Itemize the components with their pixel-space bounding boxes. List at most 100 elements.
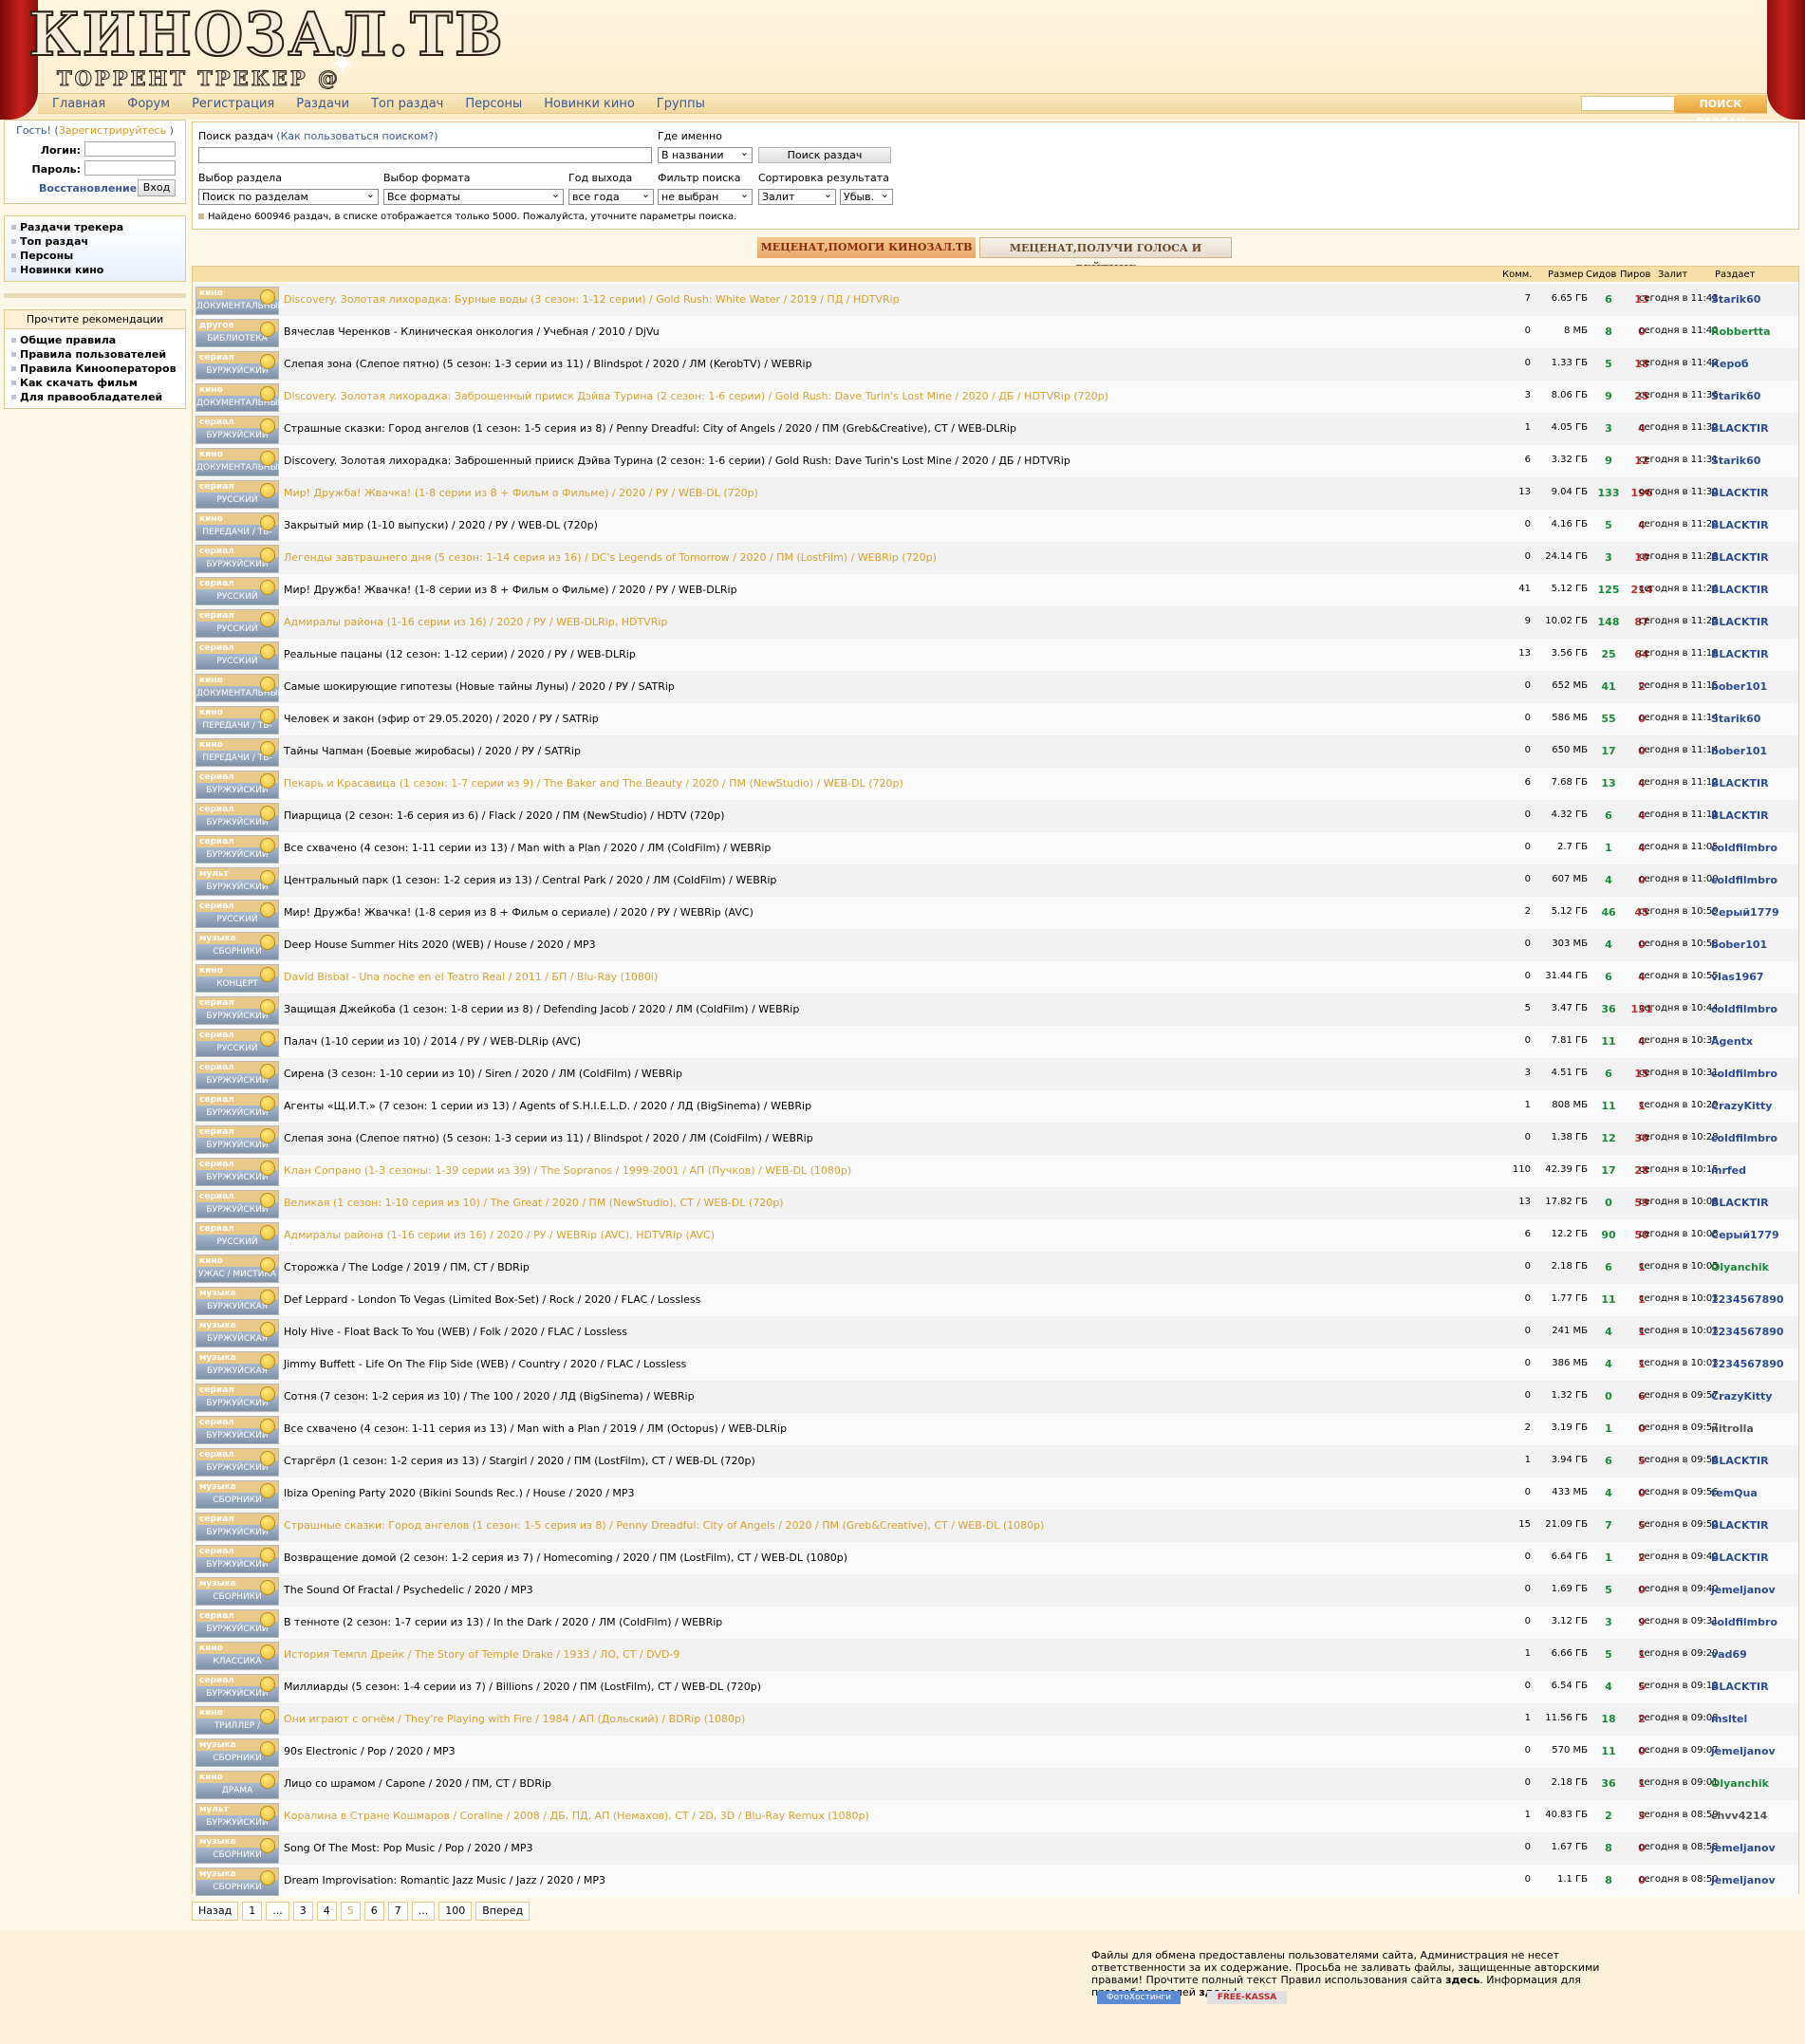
torrent-title[interactable]: Они играют с огнём / They're Playing wit… xyxy=(284,1713,745,1725)
sort-select[interactable]: Залит xyxy=(758,187,836,205)
filter-select[interactable]: не выбран xyxy=(658,187,753,205)
sidebar-item-persons[interactable]: Персоны xyxy=(10,249,179,263)
uploader-link[interactable]: CrazyKitty xyxy=(1711,1390,1805,1403)
category-badge[interactable]: сериал БУРЖУЙСКИЙ xyxy=(195,545,279,573)
uploader-link[interactable]: BLACKTIR xyxy=(1711,809,1805,822)
pager-item[interactable]: 5 xyxy=(340,1902,361,1921)
uploader-link[interactable]: jemeljanov xyxy=(1711,1874,1805,1886)
uploader-link[interactable]: coldfilmbro xyxy=(1711,1003,1805,1015)
photohosting-badge[interactable]: ФотоХостинги xyxy=(1097,1991,1181,2004)
uploader-link[interactable]: 1234567890 xyxy=(1711,1293,1805,1306)
table-row[interactable]: сериал БУРЖУЙСКИЙ Защищая Джейкоба (1 сезо… xyxy=(193,994,1798,1026)
table-row[interactable]: сериал БУРЖУЙСКИЙ Все схвачено (4 сезон: 1… xyxy=(193,832,1798,864)
table-row[interactable]: мульт БУРЖУЙСКИЙ Коралина в Стране Кошмаро… xyxy=(193,1800,1798,1832)
category-badge[interactable]: сериал БУРЖУЙСКИЙ xyxy=(195,1093,279,1122)
uploader-link[interactable]: Starik60 xyxy=(1711,390,1805,402)
uploader-link[interactable]: coldfilmbro xyxy=(1711,1616,1805,1628)
category-badge[interactable]: мульт БУРЖУЙСКИЙ xyxy=(195,867,279,896)
category-badge[interactable]: музыка СБОРНИКИ xyxy=(195,1835,279,1864)
torrent-title[interactable]: Вячеслав Черенков - Клиническая онкологи… xyxy=(284,325,660,338)
category-badge[interactable]: музыка СБОРНИКИ xyxy=(195,1480,279,1509)
torrent-title[interactable]: Адмиралы района (1-16 серии из 16) / 202… xyxy=(284,616,667,628)
uploader-link[interactable]: msltel xyxy=(1711,1713,1805,1725)
torrent-title[interactable]: Jimmy Buffett - Life On The Flip Side (W… xyxy=(284,1358,686,1370)
table-row[interactable]: сериал РУССКИЙ Адмиралы района (1-16 серии… xyxy=(193,606,1798,639)
torrent-title[interactable]: Самые шокирующие гипотезы (Новые тайны Л… xyxy=(284,680,675,693)
pager-item[interactable]: 100 xyxy=(438,1902,473,1921)
uploader-link[interactable]: BLACKTIR xyxy=(1711,1519,1805,1532)
table-row[interactable]: музыка СБОРНИКИ Dream Improvisation: Roman… xyxy=(193,1865,1798,1897)
category-badge[interactable]: музыка СБОРНИКИ xyxy=(195,1738,279,1767)
uploader-link[interactable]: BLACKTIR xyxy=(1711,519,1805,531)
torrent-title[interactable]: Пекарь и Красавица (1 сезон: 1-7 серии и… xyxy=(284,777,903,790)
torrent-title[interactable]: Deep House Summer Hits 2020 (WEB) / Hous… xyxy=(284,938,596,951)
uploader-link[interactable]: Starik60 xyxy=(1711,293,1805,306)
table-row[interactable]: музыка БУРЖУЙСКАЯ Jimmy Buffett - Life On … xyxy=(193,1348,1798,1381)
rec-how-to-download[interactable]: Как скачать фильм xyxy=(10,376,179,390)
uploader-link[interactable]: coldfilmbro xyxy=(1711,1068,1805,1080)
sidebar-item-torrents[interactable]: Раздачи трекера xyxy=(10,220,179,234)
site-logo[interactable]: КИНОЗАЛ.ТВ ТОРРЕНТ ТРЕКЕР @ ✦ xyxy=(28,0,504,93)
pager-item[interactable]: Вперед xyxy=(475,1902,530,1921)
torrent-title[interactable]: Def Leppard - London To Vegas (Limited B… xyxy=(284,1293,700,1306)
table-row[interactable]: кино ДОКУМЕНТАЛЬНЫЙ Самые шокирующие гипот… xyxy=(193,671,1798,703)
category-badge[interactable]: сериал РУССКИЙ xyxy=(195,1222,279,1251)
sponsor-banner[interactable]: МЕЦЕНАТ,ПОЛУЧИ ГОЛОСА И РЕЙТИНГ xyxy=(979,237,1232,275)
header-size[interactable]: Размер xyxy=(1548,269,1584,280)
category-badge[interactable]: сериал РУССКИЙ xyxy=(195,480,279,509)
nav-top[interactable]: Топ раздач xyxy=(371,97,443,111)
category-badge[interactable]: сериал БУРЖУЙСКИЙ xyxy=(195,1190,279,1218)
torrent-title[interactable]: Dream Improvisation: Romantic Jazz Music… xyxy=(284,1874,605,1886)
order-select[interactable]: Убыв. xyxy=(840,187,893,205)
header-peers[interactable]: Пиров xyxy=(1620,269,1650,280)
table-row[interactable]: сериал РУССКИЙ Палач (1-10 серии из 10) / … xyxy=(193,1026,1798,1058)
torrent-title[interactable]: Центральный парк (1 сезон: 1-2 серия из … xyxy=(284,874,776,886)
category-badge[interactable]: сериал БУРЖУЙСКИЙ xyxy=(195,803,279,831)
uploader-link[interactable]: BLACKTIR xyxy=(1711,648,1805,660)
search-button[interactable]: Поиск раздач xyxy=(758,147,891,163)
rules-link[interactable]: здесь xyxy=(1445,1974,1479,1986)
table-row[interactable]: мульт БУРЖУЙСКИЙ Центральный парк (1 сезон… xyxy=(193,864,1798,897)
table-row[interactable]: кино ДОКУМЕНТАЛЬНЫЙ Discovery. Золотая лих… xyxy=(193,284,1798,316)
torrent-title[interactable]: Человек и закон (эфир от 29.05.2020) / 2… xyxy=(284,713,599,725)
torrent-title[interactable]: Великая (1 сезон: 1-10 серия из 10) / Th… xyxy=(284,1197,784,1209)
table-row[interactable]: сериал РУССКИЙ Адмиралы района (1-16 серии… xyxy=(193,1219,1798,1252)
table-row[interactable]: музыка СБОРНИКИ Deep House Summer Hits 202… xyxy=(193,929,1798,961)
rec-operator-rules[interactable]: Правила Кинооператоров xyxy=(10,362,179,376)
category-badge[interactable]: сериал БУРЖУЙСКИЙ xyxy=(195,1384,279,1412)
table-row[interactable]: сериал БУРЖУЙСКИЙ Старгёрл (1 сезон: 1-2 с… xyxy=(193,1445,1798,1477)
category-badge[interactable]: сериал РУССКИЙ xyxy=(195,641,279,670)
uploader-link[interactable]: bober101 xyxy=(1711,938,1805,951)
nav-groups[interactable]: Группы xyxy=(657,97,705,111)
table-row[interactable]: сериал БУРЖУЙСКИЙ Слепая зона (Слепое пятн… xyxy=(193,1123,1798,1155)
table-row[interactable]: сериал БУРЖУЙСКИЙ Страшные сказки: Город а… xyxy=(193,413,1798,445)
table-row[interactable]: сериал РУССКИЙ Мир! Дружба! Жвачка! (1-8 с… xyxy=(193,477,1798,510)
category-badge[interactable]: кино УЖАС / МИСТИКА xyxy=(195,1254,279,1283)
where-select[interactable]: В названии xyxy=(658,145,753,163)
torrent-title[interactable]: Адмиралы района (1-16 серии из 16) / 202… xyxy=(284,1229,715,1241)
header-seeds[interactable]: Сидов xyxy=(1586,269,1616,280)
table-row[interactable]: кино КЛАССИКА История Темпл Дрейк / The St… xyxy=(193,1639,1798,1671)
table-row[interactable]: сериал БУРЖУЙСКИЙ Пиарщица (2 сезон: 1-6 с… xyxy=(193,800,1798,832)
uploader-link[interactable]: jemeljanov xyxy=(1711,1745,1805,1757)
category-badge[interactable]: сериал БУРЖУЙСКИЙ xyxy=(195,835,279,864)
nav-forum[interactable]: Форум xyxy=(127,97,170,111)
uploader-link[interactable]: Olyanchik xyxy=(1711,1777,1805,1790)
password-input[interactable] xyxy=(84,160,176,176)
uploader-link[interactable]: CrazyKitty xyxy=(1711,1100,1805,1112)
nav-register[interactable]: Регистрация xyxy=(192,97,274,111)
category-badge[interactable]: киноПЕРЕДАЧИ / ТВ-ШОУ xyxy=(195,706,279,746)
table-row[interactable]: кино ДРАМА Лицо со шрамом / Capone / 2020 … xyxy=(193,1768,1798,1800)
table-row[interactable]: сериал БУРЖУЙСКИЙ Страшные сказки: Город а… xyxy=(193,1510,1798,1542)
torrent-title[interactable]: Holy Hive - Float Back To You (WEB) / Fo… xyxy=(284,1326,627,1338)
torrent-title[interactable]: Ibiza Opening Party 2020 (Bikini Sounds … xyxy=(284,1487,635,1499)
torrent-title[interactable]: Палач (1-10 серии из 10) / 2014 / РУ / W… xyxy=(284,1035,581,1048)
torrent-title[interactable]: Discovery. Золотая лихорадка: Бурные вод… xyxy=(284,293,900,306)
uploader-link[interactable]: BLACKTIR xyxy=(1711,616,1805,628)
category-badge[interactable]: сериал БУРЖУЙСКИЙ xyxy=(195,1545,279,1573)
table-row[interactable]: музыка СБОРНИКИ The Sound Of Fractal / Psy… xyxy=(193,1574,1798,1607)
register-link[interactable]: Зарегистрируйтесь xyxy=(59,124,166,137)
category-badge[interactable]: кино КЛАССИКА xyxy=(195,1642,279,1670)
category-badge[interactable]: сериал БУРЖУЙСКИЙ xyxy=(195,1158,279,1186)
search-input[interactable] xyxy=(198,147,652,163)
